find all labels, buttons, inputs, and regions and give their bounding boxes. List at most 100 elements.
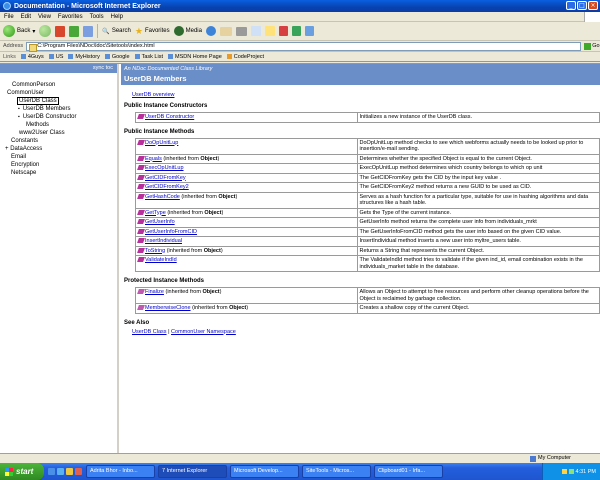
member-name-cell: MemberwiseClone (inherited from Object) — [135, 303, 358, 314]
inherited-note: (inherited from — [190, 305, 230, 311]
member-row: ExecOpUnitLup ExecOpUnitLup method determ… — [135, 163, 600, 174]
taskbar-item-sitetools[interactable]: SiteTools - Micros... — [302, 465, 371, 478]
menu-view[interactable]: View — [38, 14, 51, 20]
member-link[interactable]: InsertIndividual — [145, 238, 182, 244]
maximize-button[interactable]: □ — [577, 1, 587, 10]
addon-icon[interactable] — [304, 26, 314, 36]
member-link[interactable]: ExecOpUnitLup — [145, 165, 184, 171]
member-link[interactable]: Finalize — [145, 289, 164, 295]
tray-icon[interactable] — [561, 469, 567, 474]
toc-item[interactable]: CommonUser — [0, 89, 117, 97]
toc-item[interactable]: www2User Class — [0, 129, 117, 137]
taskbar-item-outlook[interactable]: Adrita Bhor - Inbo... — [86, 465, 155, 478]
overview-link[interactable]: UserDB overview — [132, 92, 600, 98]
expand-icon[interactable]: + — [5, 146, 9, 152]
link-4guys[interactable]: 4Guys — [20, 54, 44, 60]
link-text: MSDN Home Page — [175, 53, 222, 60]
member-name-cell: DoOpUnitLup — [135, 137, 358, 155]
link-codeproject[interactable]: CodeProject — [226, 54, 264, 60]
go-button[interactable]: Go — [584, 42, 600, 50]
toc-item[interactable]: Methods — [0, 121, 117, 129]
outlook-quicklaunch-icon[interactable] — [66, 468, 73, 475]
home-button[interactable] — [83, 25, 94, 37]
menu-favorites[interactable]: Favorites — [58, 14, 83, 20]
search-button[interactable]: 🔍 Search — [102, 28, 131, 35]
discuss-icon[interactable] — [264, 26, 275, 36]
member-link[interactable]: MemberwiseClone — [145, 305, 191, 311]
member-link[interactable]: GetType — [145, 210, 166, 216]
link-myhistory[interactable]: MyHistory — [68, 54, 100, 60]
toc-item[interactable]: CommonPerson — [0, 81, 117, 89]
ie-quicklaunch-icon[interactable] — [48, 468, 55, 475]
member-row: Equals (inherited from Object) Determines… — [135, 153, 600, 164]
media-label: Media — [185, 28, 202, 34]
link-us[interactable]: US — [48, 54, 63, 60]
taskbar-item-devenv[interactable]: Microsoft Develop... — [230, 465, 299, 478]
member-link[interactable]: ValidateIndId — [145, 257, 177, 263]
menu-edit[interactable]: Edit — [21, 14, 31, 20]
edit-icon[interactable] — [250, 26, 261, 36]
minimize-button[interactable]: _ — [566, 1, 576, 10]
toc-item[interactable]: Netscape — [0, 169, 117, 177]
member-description: The ValidateIndId method tries to valida… — [356, 255, 600, 272]
toc-item[interactable]: Email — [0, 153, 117, 161]
sync-toc-link[interactable]: sync toc — [0, 64, 117, 73]
taskbar-item-irfanview[interactable]: Clipboard01 - Irfa... — [374, 465, 443, 478]
desktop-quicklaunch-icon[interactable] — [57, 468, 64, 475]
member-link[interactable]: GetUserInfoFromCID — [145, 229, 197, 235]
toc-item[interactable]: UserDB Constructor — [0, 113, 117, 121]
windows-flag-icon — [584, 12, 600, 22]
member-name-cell: GetType (inherited from Object) — [135, 207, 358, 218]
member-link[interactable]: GetCIDFromKey2 — [145, 184, 189, 190]
menu-tools[interactable]: Tools — [90, 14, 104, 20]
taskbar-item-ie[interactable]: 7 Internet Explorer — [158, 465, 227, 478]
favorites-button[interactable]: ★ Favorites — [135, 26, 170, 37]
back-button[interactable]: Back ▾ — [3, 25, 35, 37]
close-button[interactable]: × — [588, 1, 598, 10]
member-link[interactable]: ToString — [145, 248, 165, 254]
inherited-close: ) — [220, 247, 223, 254]
toc-item[interactable]: Encryption — [0, 161, 117, 169]
start-button[interactable]: start — [0, 463, 44, 480]
forward-button[interactable] — [39, 25, 52, 37]
inherited-type: Object — [204, 209, 222, 216]
member-link[interactable]: GetHashCode — [145, 194, 180, 200]
title-bar[interactable]: Documentation - Microsoft Internet Explo… — [0, 0, 600, 12]
member-link[interactable]: GetUserInfo — [145, 219, 175, 225]
research-icon[interactable] — [291, 26, 301, 36]
mail-icon[interactable] — [219, 26, 232, 36]
member-link[interactable]: GetCIDFromKey — [145, 175, 186, 181]
link-msdn[interactable]: MSDN Home Page — [168, 54, 222, 60]
back-arrow-icon — [3, 25, 15, 37]
clock[interactable]: 4:31 PM — [576, 469, 596, 475]
stop-button[interactable] — [55, 25, 66, 37]
dropdown-arrow-icon[interactable]: ▾ — [32, 28, 35, 35]
taskbar: start Adrita Bhor - Inbo... 7 Internet E… — [0, 463, 600, 480]
member-name-cell: GetUserInfoFromCID — [135, 226, 358, 237]
tray-icon[interactable] — [568, 469, 574, 474]
see-also-class-link[interactable]: UserDB Class — [132, 329, 167, 335]
see-also-namespace-link[interactable]: CommonUser Namespace — [171, 329, 236, 335]
toc-item[interactable]: Constants — [0, 137, 117, 145]
member-link[interactable]: DoOpUnitLup — [145, 140, 178, 146]
member-link[interactable]: UserDB Constructor — [145, 114, 194, 120]
member-link[interactable]: Equals — [145, 156, 162, 162]
menu-file[interactable]: File — [4, 14, 14, 20]
menu-help[interactable]: Help — [111, 14, 123, 20]
messenger-icon[interactable] — [278, 26, 288, 36]
media-button[interactable]: Media — [173, 26, 202, 36]
address-input[interactable]: C:\Program Files\NDoc\ldoc\Sitetools\ind… — [26, 41, 582, 52]
app-quicklaunch-icon[interactable] — [75, 468, 82, 475]
media-icon — [173, 26, 184, 36]
address-label: Address — [3, 43, 24, 49]
link-google[interactable]: Google — [104, 54, 130, 60]
refresh-button[interactable] — [69, 25, 80, 37]
page-icon — [104, 54, 110, 59]
toc-item-selected[interactable]: UserDB Class — [17, 97, 59, 105]
toc-item[interactable]: + DataAccess — [0, 145, 117, 153]
print-icon[interactable] — [235, 26, 247, 36]
history-icon[interactable] — [205, 26, 216, 36]
link-task-list[interactable]: Task List — [134, 54, 163, 60]
inherited-close: ) — [235, 193, 238, 200]
toc-item[interactable]: UserDB Members — [0, 105, 117, 113]
